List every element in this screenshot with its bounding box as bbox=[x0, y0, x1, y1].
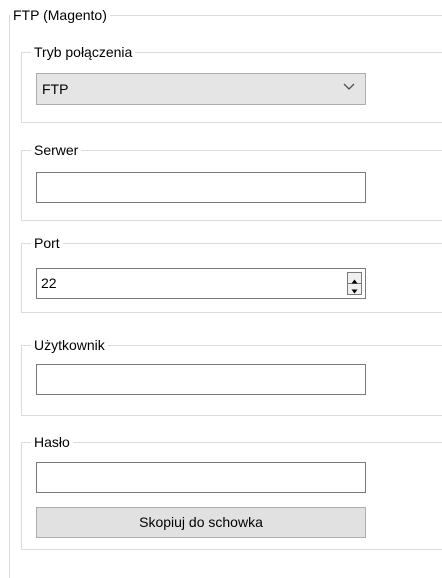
password-group: Hasło Skopiuj do schowka bbox=[21, 434, 442, 550]
user-input[interactable] bbox=[36, 364, 366, 395]
port-stepper[interactable]: 22 bbox=[36, 268, 366, 299]
spin-down-icon[interactable] bbox=[348, 284, 361, 294]
password-title: Hasło bbox=[31, 434, 73, 451]
chevron-down-icon bbox=[343, 83, 355, 90]
copy-to-clipboard-button[interactable]: Skopiuj do schowka bbox=[36, 507, 366, 538]
spin-up-icon[interactable] bbox=[348, 273, 361, 284]
server-group: Serwer bbox=[21, 142, 442, 221]
connection-mode-group: Tryb połączenia FTP bbox=[21, 44, 442, 123]
port-spinner[interactable] bbox=[347, 272, 362, 295]
port-group: Port 22 bbox=[21, 235, 442, 313]
ftp-magento-group-title: FTP (Magento) bbox=[10, 7, 110, 24]
connection-mode-selected-value: FTP bbox=[42, 81, 69, 97]
user-group: Użytkownik bbox=[21, 337, 442, 416]
user-title: Użytkownik bbox=[31, 337, 108, 354]
connection-mode-select[interactable]: FTP bbox=[36, 73, 366, 105]
server-input[interactable] bbox=[36, 172, 366, 203]
password-input[interactable] bbox=[36, 462, 366, 493]
port-title: Port bbox=[31, 235, 63, 252]
port-input-value: 22 bbox=[41, 275, 57, 291]
connection-mode-title: Tryb połączenia bbox=[31, 44, 136, 61]
server-title: Serwer bbox=[31, 142, 82, 159]
